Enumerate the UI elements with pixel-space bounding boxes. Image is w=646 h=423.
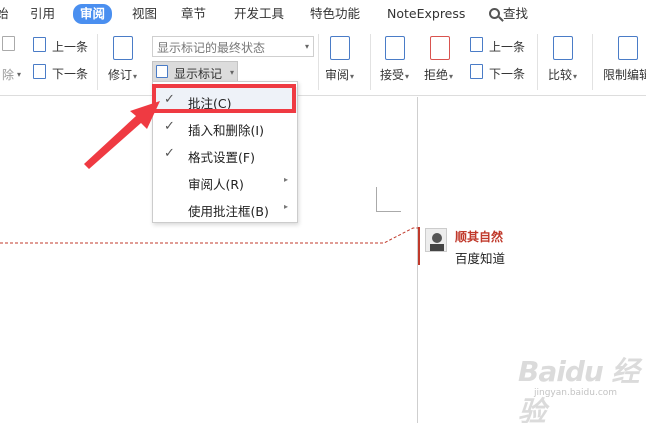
baidu-watermark-logo: Baidu 经验 bbox=[518, 355, 640, 423]
watermark-url: jingyan.baidu.com bbox=[534, 388, 618, 398]
